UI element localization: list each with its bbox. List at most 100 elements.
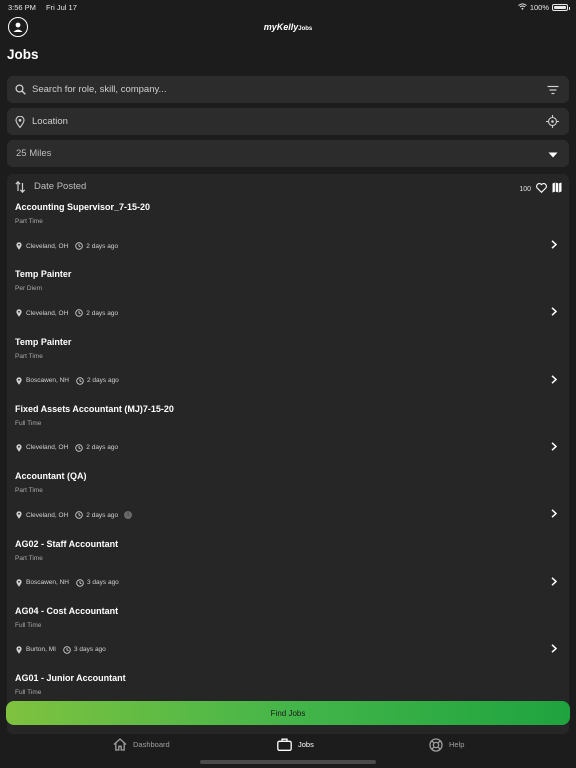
status-time: 3:56 PM (8, 3, 36, 12)
location-input[interactable]: Location (32, 116, 68, 127)
job-type: Part Time (15, 218, 43, 225)
chevron-right-icon[interactable] (551, 438, 559, 451)
job-posted: 3 days ago (87, 579, 119, 586)
battery-percent: 100% (529, 3, 549, 12)
job-type: Full Time (15, 621, 42, 629)
chevron-right-icon[interactable] (551, 573, 559, 586)
job-meta: Cleveland, OH 2 days ago (15, 242, 118, 250)
tab-dashboard-label: Dashboard (133, 740, 170, 749)
job-location: Cleveland, OH (26, 511, 69, 519)
dropdown-arrow-icon (546, 148, 559, 161)
job-type: Full Time (15, 689, 42, 697)
location-pin-icon (15, 511, 23, 519)
job-location: Boscawen, NH (26, 377, 69, 385)
job-title: Fixed Assets Accountant (MJ)7-15-20 (15, 403, 174, 414)
job-posted: 2 days ago (86, 444, 119, 452)
location-pin-icon (15, 578, 23, 587)
search-input[interactable]: Search for role, skill, company... (32, 84, 166, 95)
status-bar: 3:56 PM Fri Jul 17 100% (0, 0, 576, 14)
job-location: Cleveland, OH (26, 242, 69, 250)
clock-icon (63, 646, 71, 654)
battery-level (554, 6, 566, 9)
location-pin-icon (15, 444, 23, 452)
job-list-item[interactable]: AG02 - Staff Accountant Part Time Boscawen… (7, 539, 569, 606)
map-icon[interactable] (552, 180, 562, 198)
home-indicator (200, 760, 376, 764)
job-posted: 2 days ago (86, 511, 119, 519)
job-list-item[interactable]: Accounting Supervisor_7-15-20 Part Time Cl… (7, 202, 569, 269)
chevron-right-icon[interactable] (551, 236, 559, 249)
job-title: AG02 - Staff Accountant (15, 538, 119, 549)
chevron-right-icon[interactable] (551, 303, 559, 317)
sort-label[interactable]: Date Posted (34, 181, 86, 192)
heart-icon[interactable] (536, 180, 547, 198)
location-pin-icon (15, 376, 23, 385)
job-type: Full Time (15, 419, 42, 427)
sort-row-actions: 100 (519, 180, 562, 198)
job-meta: Boscawen, NH 2 days ago (15, 376, 119, 385)
job-meta: Boscawen, NH 3 days ago (15, 578, 119, 587)
brand-logo: myKellyJobs (0, 22, 576, 32)
chevron-right-icon[interactable] (551, 371, 559, 384)
job-location: Cleveland, OH (26, 444, 69, 452)
job-list-item[interactable]: AG04 - Cost Accountant Full Time Burton, M… (7, 606, 569, 673)
brand-name: myKelly (263, 22, 299, 32)
job-title: Accounting Supervisor_7-15-20 (15, 202, 151, 212)
clock-icon (75, 309, 84, 318)
lifebuoy-icon (428, 737, 443, 752)
clock-icon (76, 578, 84, 587)
find-jobs-button[interactable]: Find Jobs (6, 701, 570, 725)
job-title: AG01 - Junior Accountant (15, 673, 126, 684)
location-pin-icon (14, 115, 26, 128)
tab-dashboard[interactable]: Dashboard (112, 737, 170, 752)
job-posted: 2 days ago (87, 377, 119, 385)
clock-icon (75, 242, 84, 250)
tab-jobs[interactable]: Jobs (277, 737, 314, 752)
job-title: AG04 - Cost Accountant (15, 605, 119, 616)
clock-icon (76, 376, 84, 385)
job-list-item[interactable]: Temp Painter Part Time Boscawen, NH 2 days … (7, 337, 569, 404)
brand-suffix: Jobs (298, 26, 313, 32)
job-type: Part Time (15, 554, 43, 562)
job-title: Temp Painter (15, 336, 72, 347)
job-meta: Cleveland, OH 2 days ago (15, 309, 119, 318)
tab-help[interactable]: Help (428, 737, 464, 752)
clock-icon (75, 511, 84, 519)
job-title: Accountant (QA) (15, 471, 87, 482)
radius-selected: 25 Miles (16, 148, 52, 159)
job-list-item[interactable]: Fixed Assets Accountant (MJ)7-15-20 Full … (7, 404, 569, 471)
current-location-icon[interactable] (546, 115, 559, 128)
job-title: Temp Painter (15, 269, 72, 280)
chevron-right-icon[interactable] (551, 505, 559, 518)
job-list-panel: Date Posted 100 Accounting Supervisor_7-… (7, 174, 569, 734)
info-icon[interactable]: i (124, 511, 133, 520)
tab-jobs-label: Jobs (298, 740, 314, 749)
location-pin-icon (15, 309, 23, 318)
battery-icon (552, 4, 570, 11)
chevron-right-icon[interactable] (551, 640, 559, 653)
job-meta: Burton, MI 3 days ago (15, 645, 106, 654)
wifi-icon (517, 3, 527, 12)
location-field[interactable]: Location (7, 108, 569, 135)
search-icon (14, 84, 26, 96)
tab-help-label: Help (449, 740, 465, 749)
top-bar: myKellyJobs (0, 16, 576, 40)
job-posted: 2 days ago (86, 309, 119, 317)
job-type: Part Time (15, 352, 43, 360)
job-list-item[interactable]: Accountant (QA) Part Time Cleveland, OH 2 d… (7, 471, 569, 538)
briefcase-icon (277, 737, 292, 752)
job-count: 100 (519, 185, 531, 193)
page-title: Jobs (7, 47, 39, 62)
status-date: Fri Jul 17 (46, 3, 77, 12)
radius-dropdown[interactable]: 25 Miles (7, 140, 569, 167)
job-meta: Cleveland, OH 2 days ago i (15, 511, 133, 520)
job-location: Cleveland, OH (26, 309, 69, 317)
job-type: Part Time (15, 487, 43, 495)
job-list-item[interactable]: Temp Painter Per Diem Cleveland, OH 2 days … (7, 269, 569, 336)
location-pin-icon (15, 242, 23, 250)
sort-icon[interactable] (15, 180, 26, 194)
job-posted: 3 days ago (73, 646, 106, 654)
job-location: Boscawen, NH (26, 579, 69, 586)
filter-icon[interactable] (546, 83, 559, 96)
search-field[interactable]: Search for role, skill, company... (7, 76, 569, 103)
